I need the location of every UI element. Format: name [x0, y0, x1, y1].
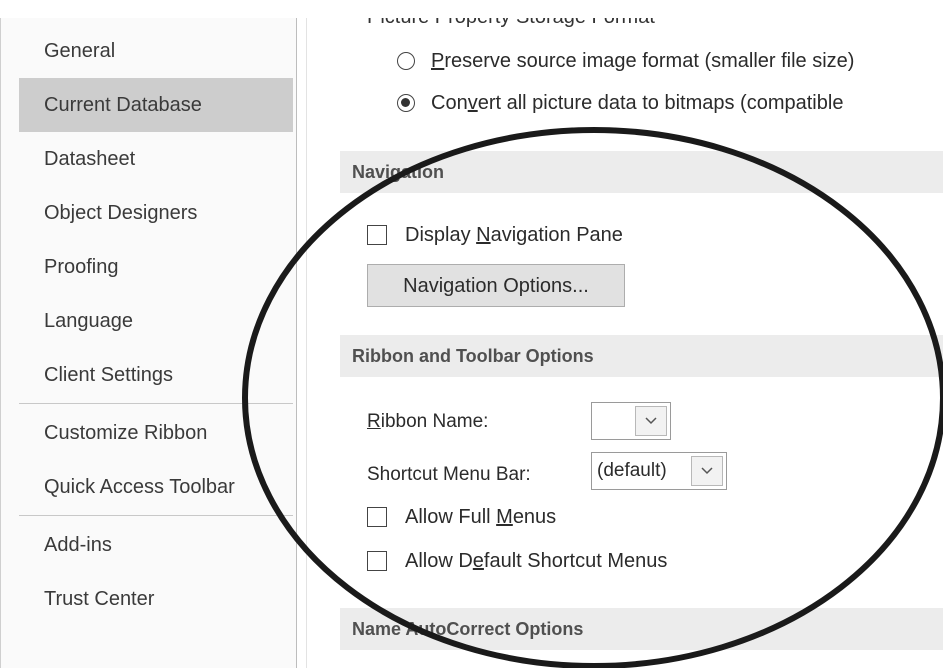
navigation-options-button[interactable]: Navigation Options...	[367, 264, 625, 307]
sidebar-item-client-settings[interactable]: Client Settings	[19, 348, 293, 402]
checkbox[interactable]	[367, 507, 387, 527]
chevron-down-icon[interactable]	[635, 406, 667, 436]
sidebar-item-datasheet[interactable]: Datasheet	[19, 132, 293, 186]
section-header-navigation: Navigation	[340, 151, 943, 193]
sidebar-item-quick-access-toolbar[interactable]: Quick Access Toolbar	[19, 460, 293, 514]
radio-button[interactable]	[397, 52, 415, 70]
checkbox-allow-default-shortcut-menus[interactable]: Allow Default Shortcut Menus	[367, 546, 667, 576]
checkbox-allow-full-menus[interactable]: Allow Full Menus	[367, 502, 556, 532]
checkbox-label: Allow Default Shortcut Menus	[405, 549, 668, 572]
checkbox-display-navigation-pane[interactable]: Display Navigation Pane	[367, 220, 623, 250]
radio-label: Preserve source image format (smaller fi…	[431, 49, 855, 72]
sidebar-border	[296, 18, 297, 668]
section-header-name-autocorrect: Name AutoCorrect Options	[340, 608, 943, 650]
picture-storage-heading: Picture Property Storage Format	[367, 18, 655, 29]
radio-convert-bitmaps[interactable]: Convert all picture data to bitmaps (com…	[397, 86, 843, 120]
sidebar-item-object-designers[interactable]: Object Designers	[19, 186, 293, 240]
section-header-ribbon-toolbar: Ribbon and Toolbar Options	[340, 335, 943, 377]
shortcut-menu-bar-value: (default)	[597, 460, 667, 481]
checkbox-label: Display Navigation Pane	[405, 223, 623, 246]
shortcut-menu-bar-select[interactable]: (default)	[591, 452, 727, 490]
chevron-down-icon[interactable]	[691, 456, 723, 486]
radio-label: Convert all picture data to bitmaps (com…	[431, 91, 844, 114]
sidebar-item-proofing[interactable]: Proofing	[19, 240, 293, 294]
sidebar-item-trust-center[interactable]: Trust Center	[19, 572, 293, 626]
top-border	[0, 0, 943, 18]
radio-preserve-format[interactable]: Preserve source image format (smaller fi…	[397, 44, 854, 78]
sidebar-divider	[19, 515, 293, 516]
sidebar-item-add-ins[interactable]: Add-ins	[19, 518, 293, 572]
ribbon-name-value	[592, 403, 635, 439]
sidebar-item-current-database[interactable]: Current Database	[19, 78, 293, 132]
checkbox-label: Allow Full Menus	[405, 505, 557, 528]
shortcut-menu-bar-label: Shortcut Menu Bar:	[367, 464, 531, 485]
sidebar-divider	[19, 403, 293, 404]
sidebar-item-general[interactable]: General	[19, 24, 293, 78]
sidebar-item-customize-ribbon[interactable]: Customize Ribbon	[19, 406, 293, 460]
sidebar-item-language[interactable]: Language	[19, 294, 293, 348]
ribbon-name-select[interactable]	[591, 402, 671, 440]
checkbox[interactable]	[367, 551, 387, 571]
checkbox[interactable]	[367, 225, 387, 245]
options-sidebar: General Current Database Datasheet Objec…	[0, 18, 297, 668]
radio-button-checked[interactable]	[397, 94, 415, 112]
ribbon-name-label: Ribbon Name:	[367, 411, 489, 432]
options-content: Picture Property Storage Format Preserve…	[307, 18, 943, 668]
